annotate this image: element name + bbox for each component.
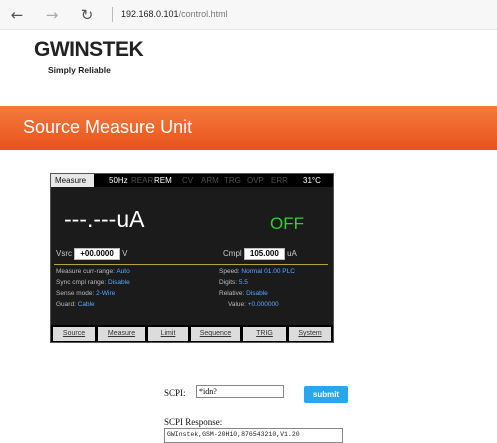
rem-indicator: REM <box>154 176 172 185</box>
info-label: Relative: <box>219 290 245 297</box>
info-value: Normal 01.00 PLC <box>241 268 295 275</box>
info-speed: Speed: Normal 01.00 PLC <box>219 268 295 275</box>
url-path: /control.html <box>178 9 228 19</box>
back-arrow-icon[interactable]: ← <box>8 6 26 24</box>
page-title: Source Measure Unit <box>23 117 193 137</box>
tab-trig[interactable]: TRIG <box>243 327 286 341</box>
output-state: OFF <box>270 214 304 233</box>
browser-toolbar: ← → ↻ 192.168.0.101/control.html <box>0 0 497 30</box>
err-indicator: ERR <box>271 176 288 185</box>
info-guard: Guard: Cable <box>56 301 95 308</box>
tab-measure[interactable]: Measure <box>98 327 145 341</box>
trg-indicator: TRG <box>224 176 241 185</box>
mode-indicator: Measure <box>51 174 94 187</box>
tab-limit[interactable]: Limit <box>148 327 188 341</box>
page-banner: Source Measure Unit <box>0 106 497 150</box>
info-sense-mode: Sense mode: 2-Wire <box>56 290 115 297</box>
forward-arrow-icon[interactable]: → <box>43 6 61 24</box>
info-label: Digits: <box>219 279 238 286</box>
info-digits: Digits: 5.5 <box>219 279 248 286</box>
ovp-indicator: OVP <box>247 176 264 185</box>
cmpl-value[interactable]: 105.000 <box>243 248 285 260</box>
info-relative: Relative: Disable <box>219 290 268 297</box>
info-value: +0.000000 <box>247 301 279 308</box>
info-label: Speed: <box>219 268 240 275</box>
cv-indicator: CV <box>182 176 194 185</box>
url-host: 192.168.0.101 <box>121 9 179 19</box>
info-value: Cable <box>77 301 95 308</box>
gwinstek-logo: GWINSTEK Simply Reliable <box>34 39 164 83</box>
info-label: Guard: <box>56 301 76 308</box>
status-bar: Measure 50Hz REAR REM CV ARM TRG OVP ERR… <box>51 174 333 187</box>
address-bar[interactable]: 192.168.0.101/control.html <box>121 9 228 19</box>
cmpl-row: Cmpl 105.000 uA <box>223 248 297 260</box>
info-value: Disable <box>246 290 268 297</box>
divider-line <box>54 264 328 265</box>
vsrc-label: Vsrc <box>56 249 72 258</box>
info-value: Auto <box>116 268 130 275</box>
info-measure-range: Measure curr-range: Auto <box>56 268 130 275</box>
cmpl-unit: uA <box>287 249 297 258</box>
logo-tagline: Simply Reliable <box>48 65 111 75</box>
vsrc-value[interactable]: +00.0000 <box>74 248 120 260</box>
refresh-icon[interactable]: ↻ <box>78 6 96 24</box>
scpi-label: SCPI: <box>164 388 186 398</box>
info-label: Measure curr-range: <box>56 268 115 275</box>
smu-display: Measure 50Hz REAR REM CV ARM TRG OVP ERR… <box>50 173 334 343</box>
info-label: Value: <box>228 301 246 308</box>
url-separator <box>112 7 113 22</box>
temperature-indicator: 31°C <box>303 176 321 185</box>
tab-source[interactable]: Source <box>53 327 95 341</box>
tab-sequence[interactable]: Sequence <box>191 327 240 341</box>
submit-button[interactable]: submit <box>304 386 348 403</box>
info-label: Sense mode: <box>56 290 95 297</box>
info-rel-value: Value: +0.000000 <box>228 301 279 308</box>
freq-indicator: 50Hz <box>109 176 128 185</box>
scpi-response-label: SCPI Response: <box>164 417 223 427</box>
logo-brand: GWINSTEK <box>34 38 144 61</box>
vsrc-unit: V <box>122 249 128 258</box>
cmpl-label: Cmpl <box>223 249 242 258</box>
info-sync-cmpl: Sync cmpl range: Disable <box>56 279 130 286</box>
measurement-reading: ---.---uA <box>64 206 145 232</box>
scpi-response-output[interactable]: GWInstek,GSM-20H10,876543210,V1.20 <box>164 428 343 443</box>
info-value: Disable <box>108 279 130 286</box>
info-label: Sync cmpl range: <box>56 279 107 286</box>
arm-indicator: ARM <box>201 176 219 185</box>
scpi-command-input[interactable] <box>196 385 284 398</box>
info-value: 5.5 <box>238 279 248 286</box>
info-value: 2-Wire <box>96 290 116 297</box>
rear-indicator: REAR <box>131 176 154 185</box>
vsrc-row: Vsrc +00.0000 V <box>56 248 127 260</box>
tab-system[interactable]: System <box>289 327 331 341</box>
softkey-bar: Source Measure Limit Sequence TRIG Syste… <box>51 325 333 342</box>
